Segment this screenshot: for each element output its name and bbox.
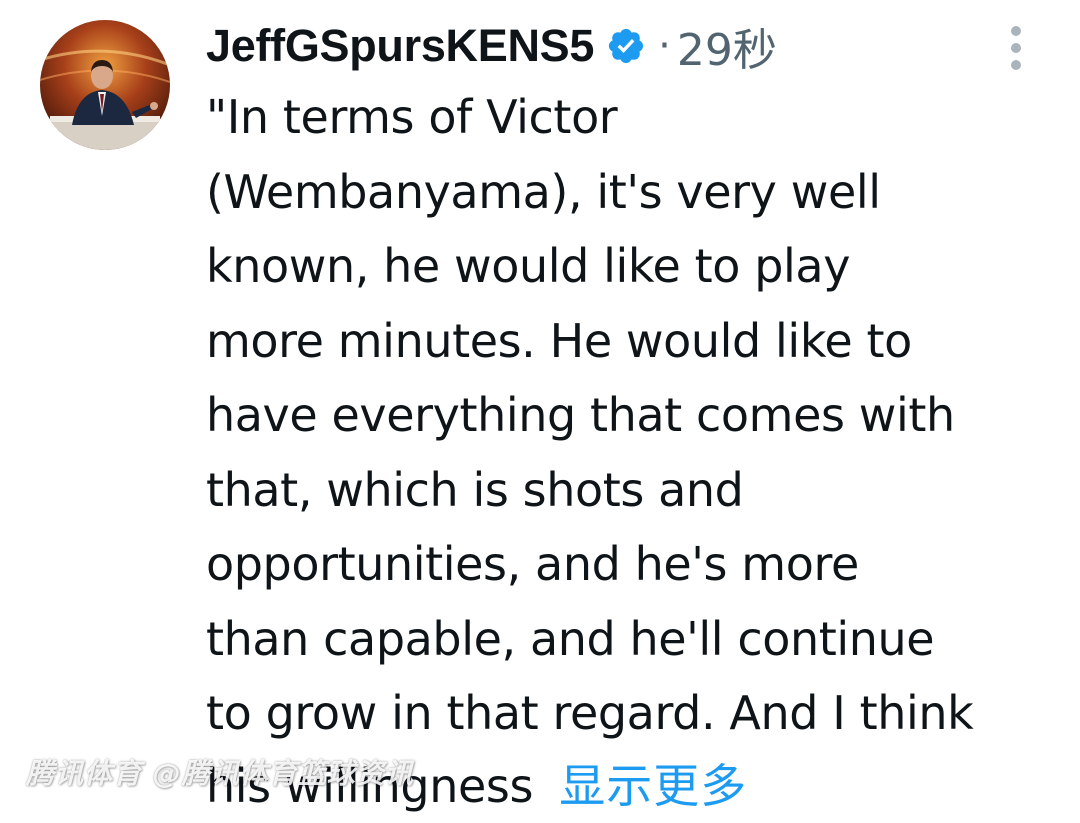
avatar[interactable] bbox=[40, 20, 170, 150]
tweet-text-line: known, he would like to play bbox=[206, 239, 851, 293]
timestamp[interactable]: 29秒 bbox=[677, 14, 777, 78]
watermark: 腾讯体育 @腾讯体育篮球资讯 bbox=[26, 757, 414, 790]
avatar-image bbox=[40, 20, 170, 150]
more-vertical-icon-dot bbox=[1011, 43, 1021, 53]
separator-dot: · bbox=[658, 23, 671, 69]
tweet-text-line: than capable, and he'll continue bbox=[206, 611, 935, 666]
tweet-text-line: have everything that comes with bbox=[206, 388, 955, 442]
more-vertical-icon-dot bbox=[1011, 60, 1021, 70]
tweet-text-line: that, which is shots and bbox=[206, 462, 744, 517]
verified-badge-icon bbox=[606, 26, 646, 66]
tweet-text-line: opportunities, and he's more bbox=[206, 537, 859, 591]
tweet-text: "In terms of Victor (Wembanyama), it's v… bbox=[206, 80, 1046, 751]
tweet-text-line: to grow in that regard. And I think bbox=[206, 686, 974, 740]
more-options-button[interactable] bbox=[996, 20, 1036, 76]
display-name[interactable]: JeffGSpursKENS5 bbox=[206, 20, 594, 72]
tweet-text-line: more minutes. He would like to bbox=[206, 313, 912, 368]
tweet: JeffGSpursKENS5 · 29秒 "In terms of Victo… bbox=[0, 0, 1080, 813]
tweet-header: JeffGSpursKENS5 · 29秒 bbox=[206, 14, 777, 78]
tweet-text-line: "In terms of Victor bbox=[206, 90, 618, 144]
more-vertical-icon bbox=[1011, 26, 1021, 36]
show-more-link[interactable]: 显示更多 bbox=[559, 759, 747, 813]
tweet-text-line: (Wembanyama), it's very well bbox=[206, 164, 881, 219]
